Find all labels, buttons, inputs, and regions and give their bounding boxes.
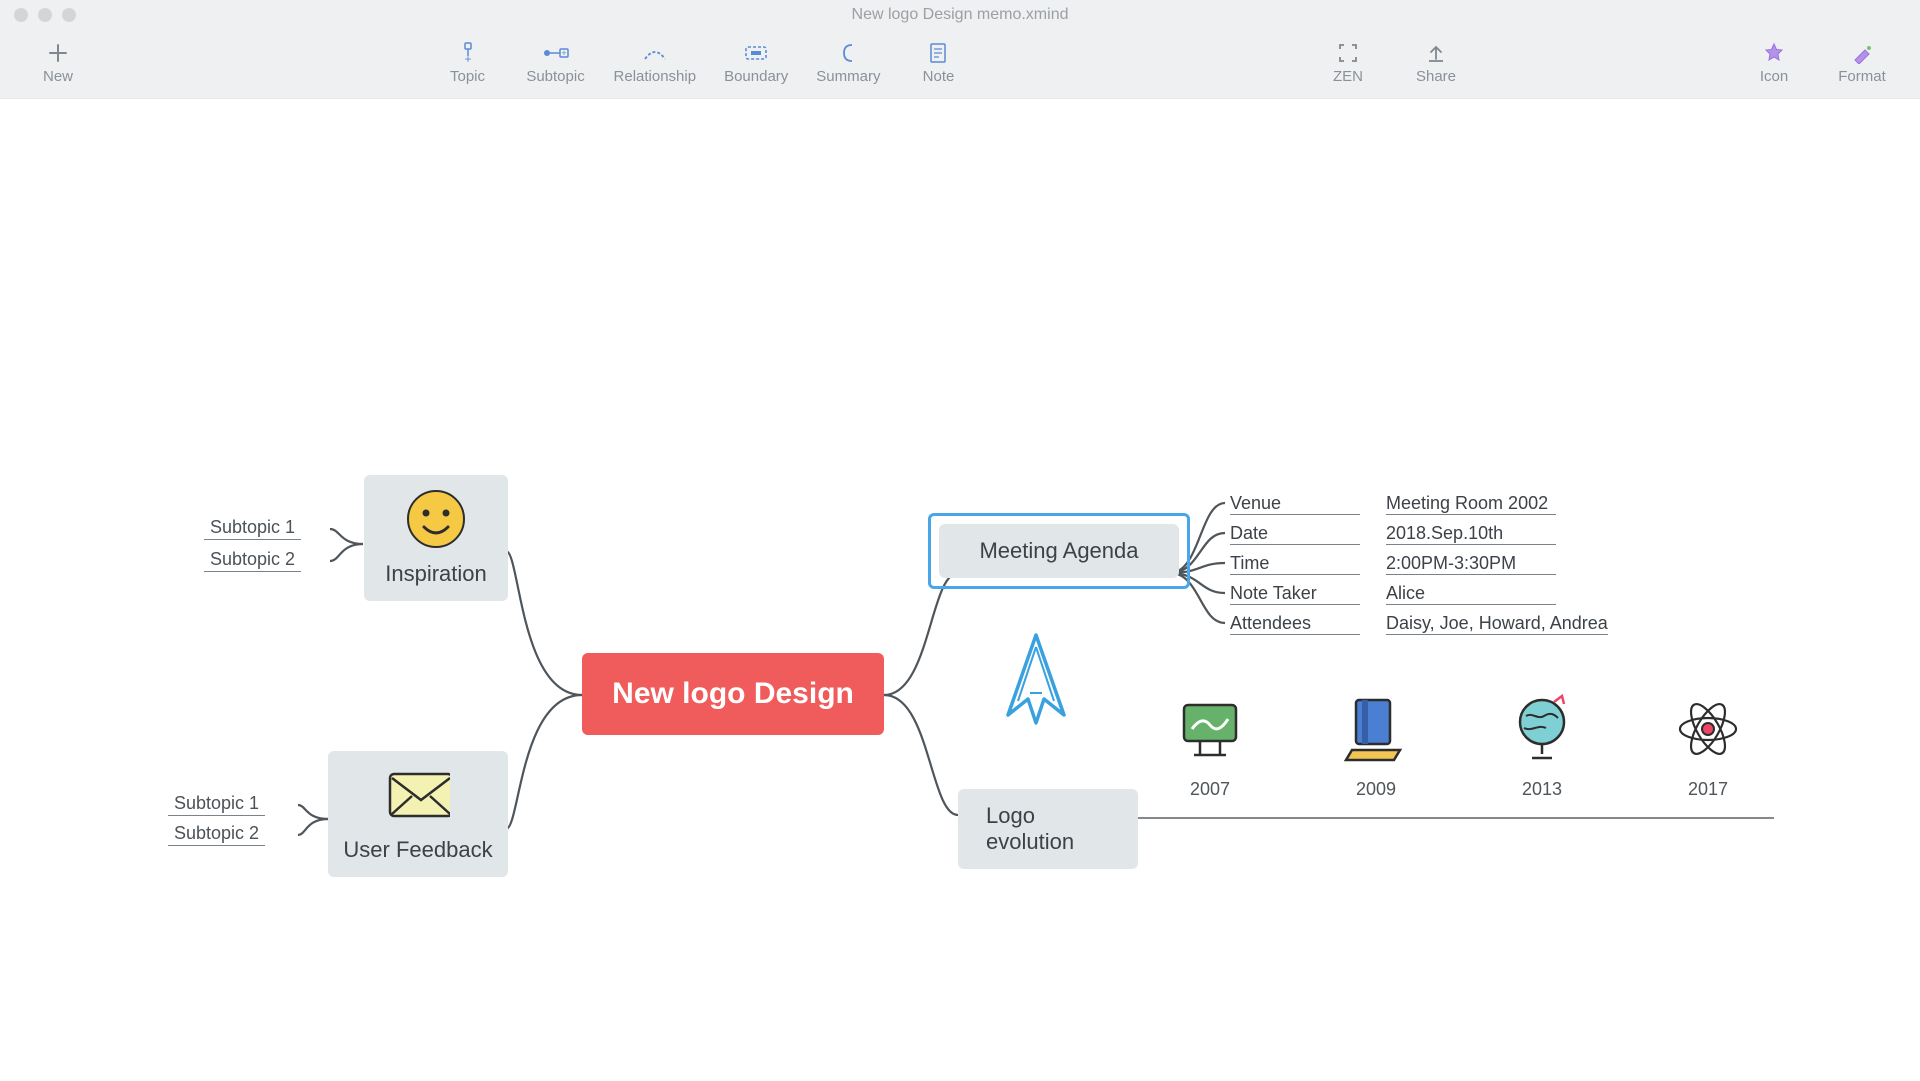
timeline-item-2013[interactable]: 2013 [1502, 693, 1582, 800]
mindmap-canvas[interactable]: New logo Design Inspiration Subtopic 1 S… [0, 99, 1920, 1081]
toolbar-relationship[interactable]: Relationship [600, 30, 711, 91]
toolbar-label: Boundary [724, 68, 788, 85]
toolbar-share[interactable]: Share [1392, 30, 1480, 91]
toolbar-format[interactable]: Format [1818, 30, 1906, 91]
detail-key: Note Taker [1230, 583, 1360, 605]
boundary-icon [743, 38, 769, 68]
timeline-icon [1502, 693, 1582, 765]
meeting-detail-row[interactable]: Date 2018.Sep.10th [1230, 521, 1556, 547]
toolbar: New + Topic + Subtopic Relationship Boundary S… [0, 30, 1920, 99]
toolbar-center-group: + Topic + Subtopic Relationship Boundary Summa… [424, 30, 983, 91]
topic-icon: + [456, 38, 480, 68]
summary-icon [838, 38, 858, 68]
detail-value: 2:00PM-3:30PM [1386, 553, 1556, 575]
window-controls[interactable] [0, 8, 76, 22]
topic-logo-evolution[interactable]: Logo evolution [958, 789, 1138, 869]
timeline-axis [1138, 817, 1774, 819]
subtopic[interactable]: Subtopic 2 [168, 823, 265, 846]
toolbar-label: Summary [816, 68, 880, 85]
share-icon [1426, 38, 1446, 68]
minimize-icon[interactable] [38, 8, 52, 22]
detail-value: Meeting Room 2002 [1386, 493, 1556, 515]
subtopic-icon: + [541, 38, 571, 68]
topic-label: User Feedback [343, 837, 492, 863]
format-icon [1851, 38, 1873, 68]
svg-text:+: + [561, 48, 566, 58]
meeting-detail-row[interactable]: Attendees Daisy, Joe, Howard, Andrea [1230, 611, 1608, 637]
smiley-icon [404, 487, 468, 551]
toolbar-right-group-2: Icon Format [1730, 30, 1920, 91]
toolbar-label: ZEN [1333, 68, 1363, 85]
toolbar-topic[interactable]: + Topic [424, 30, 512, 91]
toolbar-label: Topic [450, 68, 485, 85]
detail-value: Alice [1386, 583, 1556, 605]
toolbar-label: Note [923, 68, 955, 85]
timeline-item-2009[interactable]: 2009 [1336, 693, 1416, 800]
topic-label: Inspiration [385, 561, 487, 587]
timeline-icon [1170, 693, 1250, 765]
toolbar-label: Subtopic [526, 68, 584, 85]
topic-user-feedback[interactable]: User Feedback [328, 751, 508, 877]
subtopic[interactable]: Subtopic 1 [168, 793, 265, 816]
topic-meeting-agenda-selected[interactable]: Meeting Agenda [928, 513, 1190, 589]
topic-inspiration[interactable]: Inspiration [364, 475, 508, 601]
topic-label: Logo evolution [986, 803, 1110, 855]
toolbar-new[interactable]: New [14, 30, 102, 91]
timeline-year: 2009 [1336, 779, 1416, 800]
envelope-icon [386, 763, 450, 827]
close-icon[interactable] [14, 8, 28, 22]
meeting-detail-row[interactable]: Time 2:00PM-3:30PM [1230, 551, 1556, 577]
central-topic[interactable]: New logo Design [582, 653, 884, 735]
subtopic[interactable]: Subtopic 2 [204, 549, 301, 572]
timeline-year: 2013 [1502, 779, 1582, 800]
toolbar-zen[interactable]: ZEN [1304, 30, 1392, 91]
toolbar-label: Share [1416, 68, 1456, 85]
maximize-icon[interactable] [62, 8, 76, 22]
timeline-icon [1668, 693, 1748, 765]
timeline-icon [1336, 693, 1416, 765]
detail-key: Time [1230, 553, 1360, 575]
toolbar-label: Format [1838, 68, 1886, 85]
toolbar-label: Icon [1760, 68, 1788, 85]
meeting-detail-row[interactable]: Venue Meeting Room 2002 [1230, 491, 1556, 517]
toolbar-icon[interactable]: Icon [1730, 30, 1818, 91]
detail-key: Attendees [1230, 613, 1360, 635]
detail-value: Daisy, Joe, Howard, Andrea [1386, 613, 1608, 635]
detail-key: Date [1230, 523, 1360, 545]
toolbar-label: Relationship [614, 68, 697, 85]
toolbar-note[interactable]: Note [894, 30, 982, 91]
subtopic[interactable]: Subtopic 1 [204, 517, 301, 540]
svg-text:+: + [464, 52, 471, 65]
toolbar-right-group-1: ZEN Share [1304, 30, 1480, 91]
detail-key: Venue [1230, 493, 1360, 515]
zen-icon [1336, 38, 1360, 68]
plus-icon [48, 38, 68, 68]
toolbar-summary[interactable]: Summary [802, 30, 894, 91]
arrow-cursor-annotation [990, 629, 1080, 734]
timeline-item-2017[interactable]: 2017 [1668, 693, 1748, 800]
toolbar-label: New [43, 68, 73, 85]
window-title: New logo Design memo.xmind [852, 6, 1069, 24]
timeline-year: 2007 [1170, 779, 1250, 800]
detail-value: 2018.Sep.10th [1386, 523, 1556, 545]
topic-label: Meeting Agenda [979, 538, 1138, 564]
note-icon [928, 38, 948, 68]
icon-icon [1763, 38, 1785, 68]
title-bar: New logo Design memo.xmind [0, 0, 1920, 30]
timeline-year: 2017 [1668, 779, 1748, 800]
meeting-detail-row[interactable]: Note Taker Alice [1230, 581, 1556, 607]
relationship-icon [642, 38, 668, 68]
toolbar-subtopic[interactable]: + Subtopic [512, 30, 600, 91]
timeline-item-2007[interactable]: 2007 [1170, 693, 1250, 800]
toolbar-boundary[interactable]: Boundary [710, 30, 802, 91]
